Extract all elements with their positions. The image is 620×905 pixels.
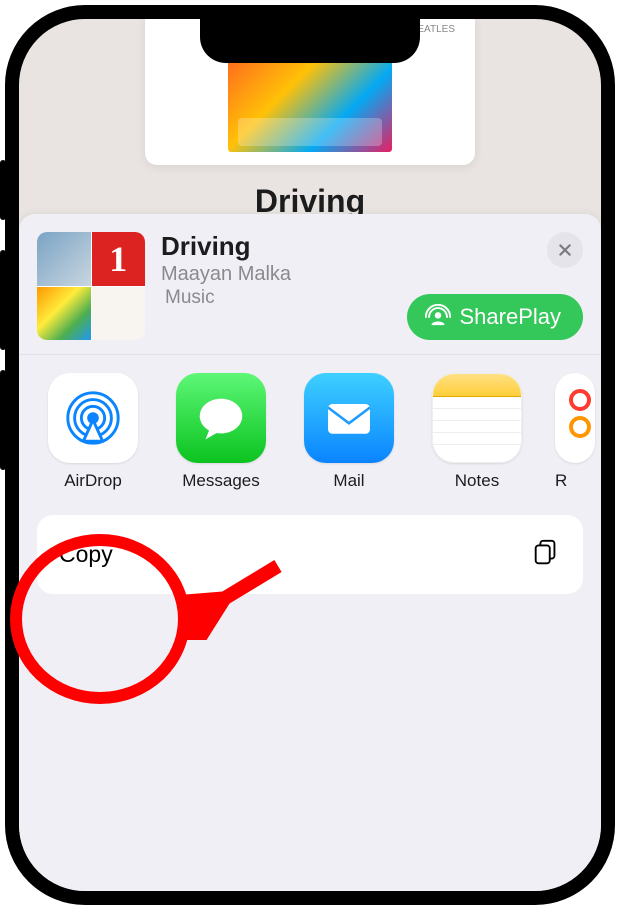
share-sheet-header: 1 Driving Maayan Malka Music: [19, 214, 601, 355]
shareplay-icon: [425, 304, 451, 330]
thumb-2: 1: [92, 232, 146, 286]
share-app-label: Notes: [427, 471, 527, 491]
share-app-mail[interactable]: Mail: [299, 373, 399, 491]
share-app-label: Messages: [171, 471, 271, 491]
share-item-thumbnail: 1: [37, 232, 145, 340]
thumb-1: [37, 232, 91, 286]
share-sheet: 1 Driving Maayan Malka Music: [19, 214, 601, 891]
phone-notch: [200, 19, 420, 63]
share-app-reminders[interactable]: R: [555, 373, 595, 491]
shareplay-button[interactable]: SharePlay: [407, 294, 583, 340]
airdrop-icon: [48, 373, 138, 463]
close-icon: [557, 242, 573, 258]
share-actions-list: Copy: [19, 501, 601, 608]
share-item-title: Driving: [161, 232, 583, 261]
share-apps-row[interactable]: AirDrop Messages Mail: [19, 355, 601, 501]
share-app-label: Mail: [299, 471, 399, 491]
share-app-notes[interactable]: Notes: [427, 373, 527, 491]
mail-icon: [304, 373, 394, 463]
copy-action-label: Copy: [59, 541, 113, 568]
share-item-app-name: Music: [165, 287, 215, 309]
share-item-subtitle: Maayan Malka: [161, 263, 583, 286]
notes-icon: [432, 373, 522, 463]
share-app-airdrop[interactable]: AirDrop: [43, 373, 143, 491]
reminders-icon: [555, 373, 595, 463]
thumb-3: [37, 287, 91, 341]
share-app-messages[interactable]: Messages: [171, 373, 271, 491]
shareplay-label: SharePlay: [459, 304, 561, 330]
share-app-label: R: [555, 471, 595, 491]
close-button[interactable]: [547, 232, 583, 268]
thumb-4: [92, 287, 146, 341]
copy-icon: [531, 537, 561, 572]
share-app-label: AirDrop: [43, 471, 143, 491]
messages-icon: [176, 373, 266, 463]
copy-action[interactable]: Copy: [37, 515, 583, 594]
phone-frame: BEATLES Driving 1 Driving Maayan Malka M…: [5, 5, 615, 905]
